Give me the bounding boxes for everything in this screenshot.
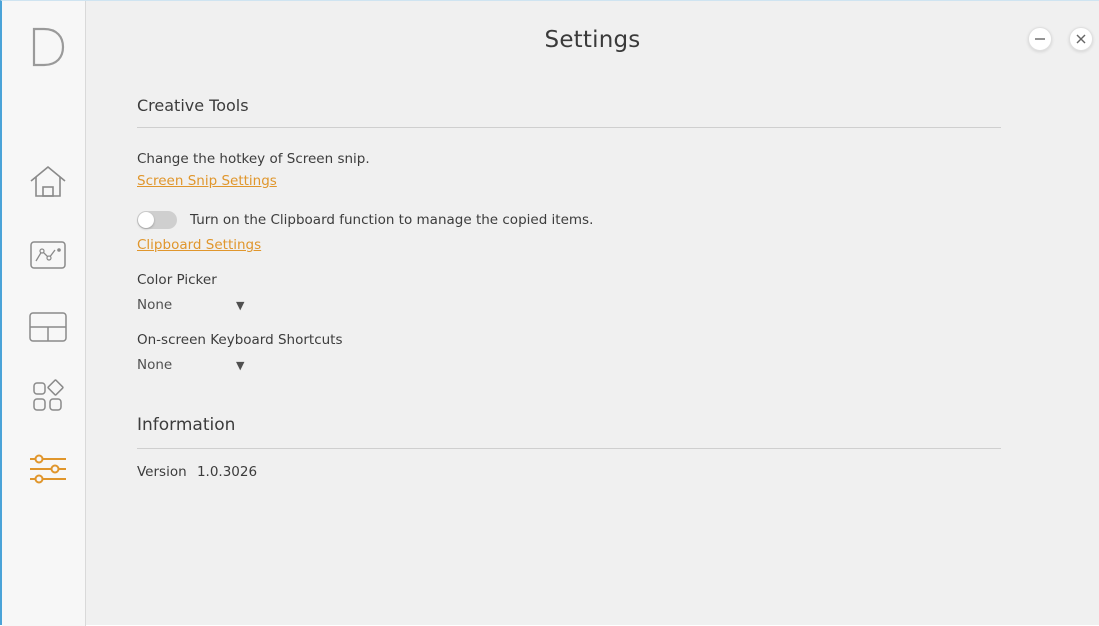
sidebar (2, 1, 86, 626)
sidebar-item-settings[interactable] (26, 447, 70, 491)
dropdown-arrow-icon: ▼ (236, 359, 245, 372)
app-logo (28, 21, 68, 71)
layout-icon (29, 312, 67, 342)
close-icon (1076, 34, 1086, 44)
close-button[interactable] (1069, 27, 1093, 51)
sidebar-item-apps[interactable] (26, 375, 70, 419)
version-value: 1.0.3026 (196, 464, 258, 480)
section-divider (137, 448, 1001, 449)
keyboard-shortcuts-value: None (137, 357, 173, 373)
clipboard-toggle[interactable] (137, 211, 177, 229)
screen-snip-settings-link[interactable]: Screen Snip Settings (137, 173, 277, 189)
section-divider (137, 127, 1001, 128)
version-info: Version 1.0.3026 (137, 464, 257, 480)
keyboard-shortcuts-label: On-screen Keyboard Shortcuts (137, 332, 343, 348)
hotkey-description: Change the hotkey of Screen snip. (137, 151, 370, 167)
settings-content: Settings Creative Tools Change the hotke… (86, 1, 1099, 625)
keyboard-shortcuts-select[interactable]: None ▼ (137, 357, 257, 377)
dropdown-arrow-icon: ▼ (236, 299, 245, 312)
color-picker-value: None (137, 297, 173, 313)
minimize-icon (1035, 38, 1045, 40)
color-picker-select[interactable]: None ▼ (137, 297, 257, 317)
sidebar-item-home[interactable] (26, 159, 70, 203)
color-picker-label: Color Picker (137, 272, 217, 288)
information-heading: Information (137, 415, 236, 435)
minimize-button[interactable] (1028, 27, 1052, 51)
clipboard-settings-link[interactable]: Clipboard Settings (137, 237, 261, 253)
page-title: Settings (544, 27, 641, 53)
version-label: Version (137, 464, 187, 480)
apps-icon (33, 379, 64, 411)
sliders-icon (30, 454, 66, 484)
settings-window: Settings Creative Tools Change the hotke… (0, 0, 1099, 626)
clipboard-toggle-label: Turn on the Clipboard function to manage… (190, 212, 594, 228)
graph-icon (30, 241, 66, 269)
home-icon (30, 166, 66, 197)
sidebar-item-graph[interactable] (26, 233, 70, 277)
sidebar-item-layout[interactable] (26, 305, 70, 349)
creative-tools-heading: Creative Tools (137, 96, 249, 115)
toggle-knob (138, 212, 154, 228)
logo-d-icon (32, 27, 65, 67)
